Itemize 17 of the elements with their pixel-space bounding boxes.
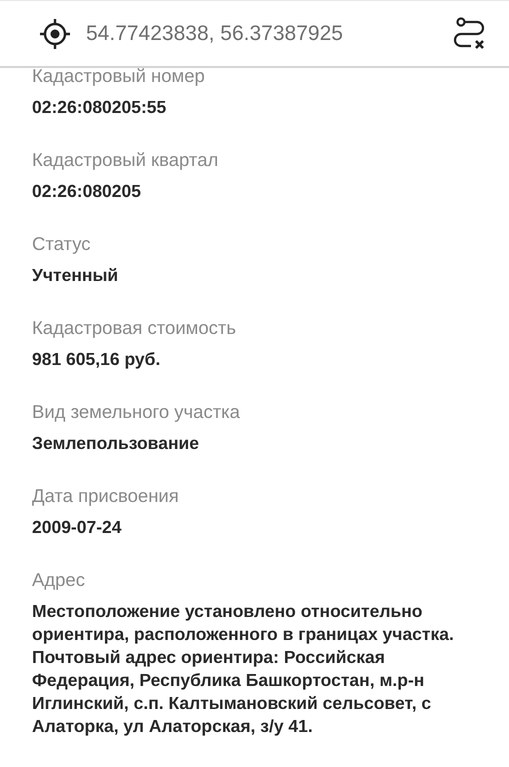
locate-icon[interactable] bbox=[38, 16, 72, 50]
field-value: 981 605,16 руб. bbox=[32, 348, 162, 371]
field-label: Кадастровый квартал bbox=[32, 148, 220, 172]
coordinates-field[interactable]: 54.77423838, 56.37387925 bbox=[86, 22, 437, 46]
field-label: Дата присвоения bbox=[32, 484, 180, 508]
field-value: Землепользование bbox=[32, 432, 200, 455]
field-label: Кадастровая стоимость bbox=[32, 316, 238, 340]
field-label: Адрес bbox=[32, 568, 86, 592]
route-clear-icon[interactable] bbox=[451, 16, 487, 52]
field-label: Статус bbox=[32, 232, 92, 256]
field-value: Учтенный bbox=[32, 264, 120, 287]
field-value: Местоположение установлено относительно ориентира, расположенного в границах участка. Почтовый адрес ориентира: Российская Федерация, Республика Башкортостан, м.р-н Иглинский, с.п. Калтымановский сельсовет, с Алаторка, ул Алаторская, з/у 41. bbox=[32, 600, 455, 738]
field-value: 02:26:080205:55 bbox=[32, 96, 168, 119]
field-label: Вид земельного участка bbox=[32, 400, 241, 424]
field-label: Кадастровый номер bbox=[32, 64, 206, 88]
field-value: 2009-07-24 bbox=[32, 516, 123, 539]
field-value: 02:26:080205 bbox=[32, 180, 142, 203]
